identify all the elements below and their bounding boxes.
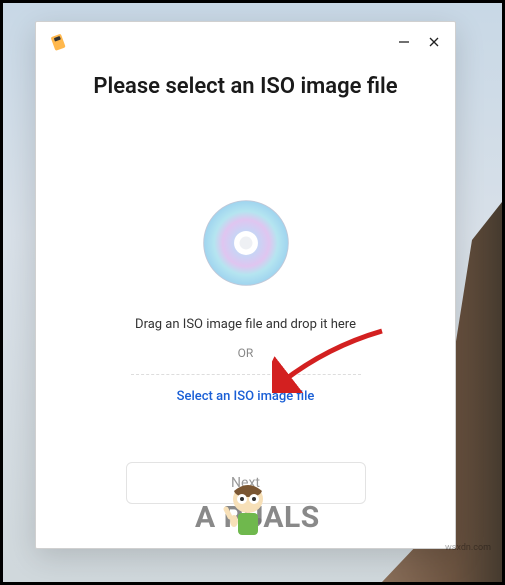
- or-separator: OR: [238, 346, 254, 360]
- mascot-icon: [220, 477, 276, 537]
- content-area: Please select an ISO image file: [36, 62, 455, 548]
- disc-icon: [200, 197, 292, 293]
- page-title: Please select an ISO image file: [93, 74, 397, 99]
- minimize-button[interactable]: [397, 35, 411, 49]
- iso-select-window: Please select an ISO image file: [35, 21, 456, 549]
- watermark-site: wsxdn.com: [445, 543, 491, 553]
- titlebar: [36, 22, 455, 62]
- annotation-arrow: [272, 327, 392, 393]
- window-controls: [397, 35, 441, 49]
- app-icon: [50, 33, 68, 51]
- close-button[interactable]: [427, 35, 441, 49]
